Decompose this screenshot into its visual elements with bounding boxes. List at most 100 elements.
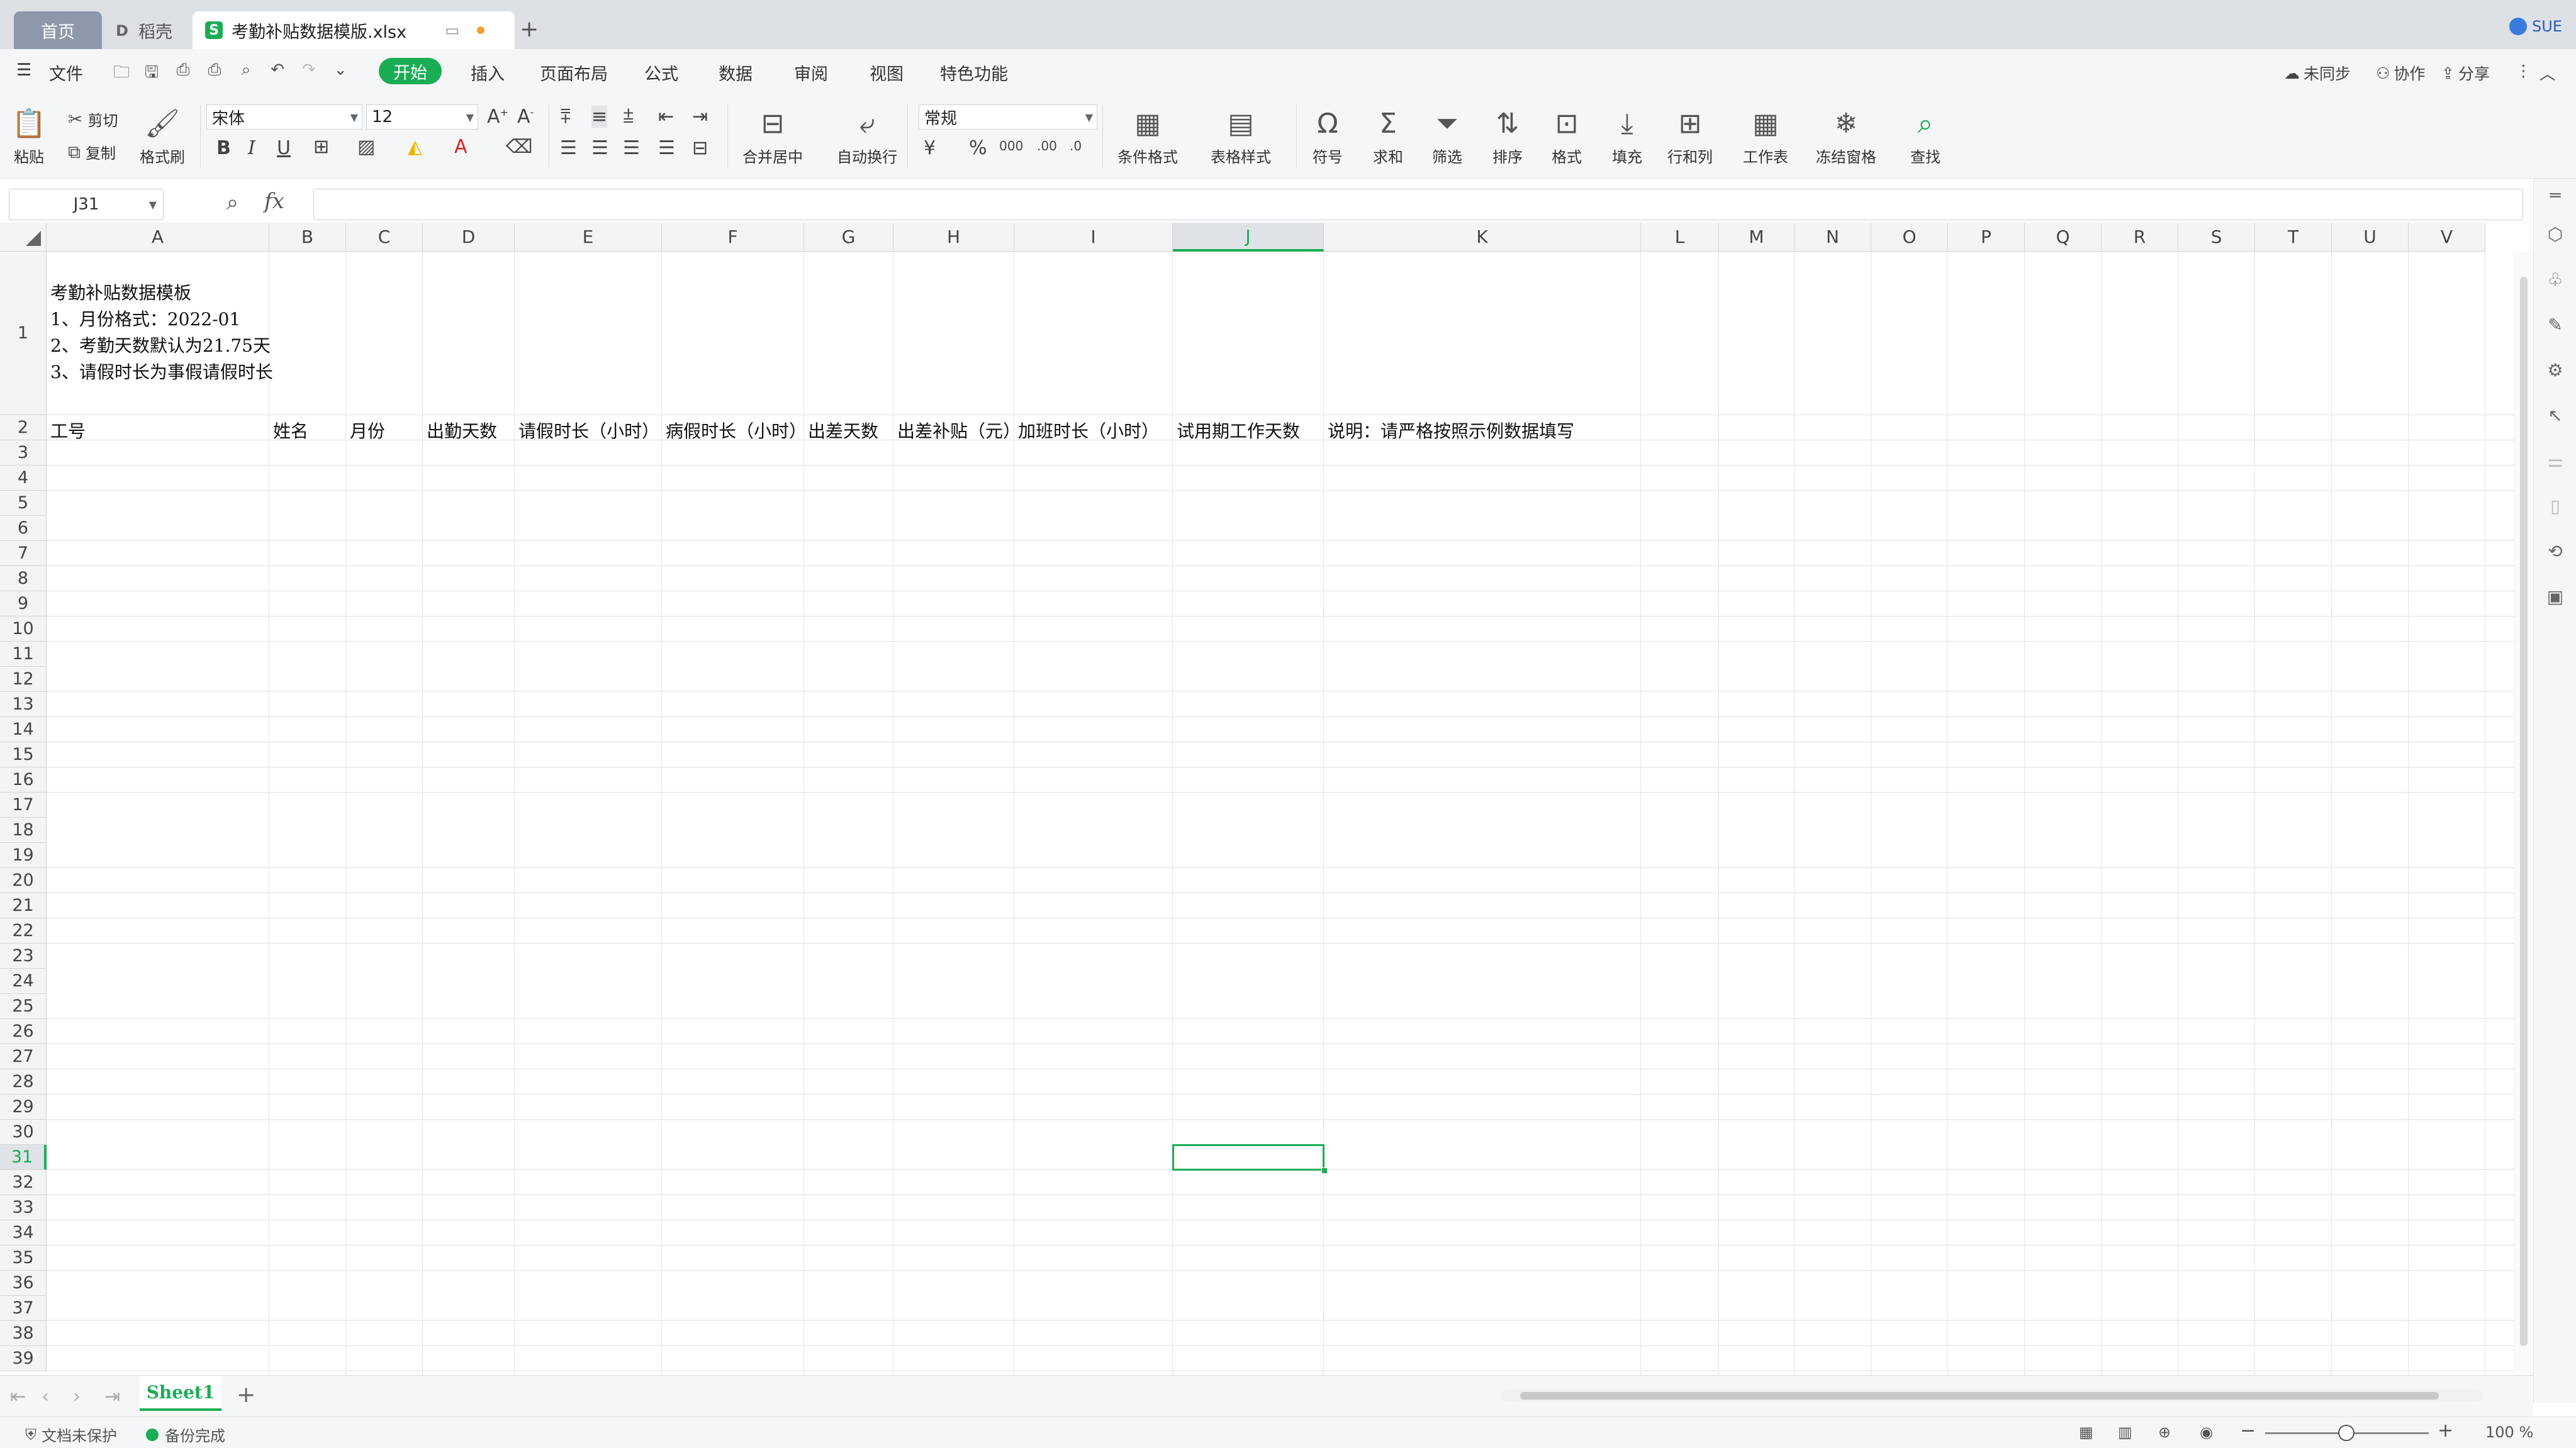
currency-icon[interactable]: ¥ xyxy=(924,137,936,159)
print-preview-icon[interactable]: ⌕ xyxy=(235,60,257,82)
horizontal-scrollbar[interactable] xyxy=(1501,1390,2483,1402)
export-icon[interactable]: ⎙ xyxy=(172,60,194,82)
shapes-icon[interactable]: ⬡ xyxy=(2545,224,2565,245)
row-header-9[interactable]: 9 xyxy=(0,591,47,616)
conditional-format-button[interactable]: ▦ 条件格式 xyxy=(1117,106,1178,167)
align-bottom-icon[interactable]: ⩲ xyxy=(623,106,634,128)
last-sheet-icon[interactable]: ⇥ xyxy=(104,1386,120,1408)
column-header-k[interactable]: K xyxy=(1324,223,1641,252)
column-header-a[interactable]: A xyxy=(47,223,269,252)
style-icon[interactable]: ♧ xyxy=(2545,269,2565,290)
bold-icon[interactable]: B xyxy=(216,137,231,159)
row-header-6[interactable]: 6 xyxy=(0,516,47,541)
row-header-15[interactable]: 15 xyxy=(0,742,47,767)
next-sheet-icon[interactable]: › xyxy=(73,1386,81,1408)
row-header-13[interactable]: 13 xyxy=(0,692,47,717)
header-cell-j[interactable]: 试用期工作天数 xyxy=(1177,418,1300,443)
sheet-tab-sheet1[interactable]: Sheet1 xyxy=(140,1376,221,1411)
row-header-35[interactable]: 35 xyxy=(0,1245,47,1271)
spreadsheet-grid[interactable]: ABCDEFGHIJKLMNOPQRSTUV 1 2 3 4 5 6 7 8 9 10 11 12 13… xyxy=(0,223,2533,1375)
zoom-out-icon[interactable]: − xyxy=(2240,1420,2256,1442)
header-cell-b[interactable]: 姓名 xyxy=(273,418,308,443)
align-center-icon[interactable]: ☰ xyxy=(591,137,608,159)
column-header-f[interactable]: F xyxy=(662,223,804,252)
row-header-32[interactable]: 32 xyxy=(0,1170,47,1195)
column-header-u[interactable]: U xyxy=(2332,223,2409,252)
row-header-12[interactable]: 12 xyxy=(0,667,47,692)
image-icon[interactable]: ▣ xyxy=(2545,586,2565,607)
tab-home[interactable]: 首页 xyxy=(14,11,102,49)
row-header-28[interactable]: 28 xyxy=(0,1069,47,1094)
column-header-i[interactable]: I xyxy=(1014,223,1173,252)
row-header-10[interactable]: 10 xyxy=(0,616,47,642)
header-cell-k[interactable]: 说明：请严格按照示例数据填写 xyxy=(1328,418,1574,443)
prev-sheet-icon[interactable]: ‹ xyxy=(42,1386,49,1408)
row-header-25[interactable]: 25 xyxy=(0,994,47,1019)
column-header-o[interactable]: O xyxy=(1871,223,1948,252)
column-header-h[interactable]: H xyxy=(893,223,1014,252)
increase-indent-icon[interactable]: ⇥ xyxy=(692,106,708,128)
row-header-16[interactable]: 16 xyxy=(0,767,47,793)
header-cell-c[interactable]: 月份 xyxy=(350,418,385,443)
align-top-icon[interactable]: ⩱ xyxy=(560,106,571,128)
user-account[interactable]: SUE xyxy=(2509,18,2562,35)
menu-data[interactable]: 数据 xyxy=(719,60,753,85)
select-all-corner[interactable] xyxy=(0,223,47,252)
row-header-1[interactable]: 1 xyxy=(0,252,47,415)
decrease-indent-icon[interactable]: ⇤ xyxy=(658,106,674,128)
more-icon[interactable]: ⋮ xyxy=(2516,62,2531,80)
fill-handle[interactable] xyxy=(1321,1167,1328,1174)
row-header-14[interactable]: 14 xyxy=(0,717,47,742)
tab-daoke[interactable]: D 稻壳 xyxy=(107,11,189,49)
row-header-22[interactable]: 22 xyxy=(0,918,47,944)
open-folder-icon[interactable]: 🗀 xyxy=(111,60,132,82)
header-cell-g[interactable]: 出差天数 xyxy=(808,418,878,443)
zoom-in-icon[interactable]: + xyxy=(2438,1420,2453,1442)
cell-area[interactable]: 考勤补贴数据模板 1、月份格式：2022-01 2、考勤天数默认为21.75天 3、请… xyxy=(47,252,2533,1375)
row-header-5[interactable]: 5 xyxy=(0,491,47,516)
format-painter-button[interactable]: 🖌 格式刷 xyxy=(140,106,185,167)
fill-color-icon[interactable]: ◭ xyxy=(408,136,422,158)
collaborate-button[interactable]: ⚇ 协作 xyxy=(2376,62,2425,84)
protect-status[interactable]: ⛨ 文档未保护 xyxy=(25,1423,117,1445)
eye-protect-icon[interactable]: ◉ xyxy=(2200,1423,2213,1441)
save-icon[interactable]: 🖫 xyxy=(141,60,162,82)
menu-review[interactable]: 审阅 xyxy=(794,60,828,85)
page-break-view-icon[interactable]: ⊕ xyxy=(2158,1423,2171,1441)
undo-icon[interactable]: ↶ xyxy=(267,60,288,82)
decrease-decimal-icon[interactable]: .0 xyxy=(1070,138,1082,153)
freeze-panes-button[interactable]: ❄ 冻结窗格 xyxy=(1816,106,1876,167)
copy-button[interactable]: ⧉ 复制 xyxy=(68,141,116,163)
column-header-v[interactable]: V xyxy=(2409,223,2485,252)
chart-icon[interactable]: ▯ xyxy=(2545,496,2565,516)
row-header-11[interactable]: 11 xyxy=(0,642,47,667)
header-cell-h[interactable]: 出差补贴（元） xyxy=(897,418,1021,443)
filter-button[interactable]: ⏷ 筛选 xyxy=(1430,106,1465,167)
vertical-scrollbar-thumb[interactable] xyxy=(2520,277,2528,1346)
menu-special[interactable]: 特色功能 xyxy=(940,60,1008,85)
menu-insert[interactable]: 插入 xyxy=(471,60,505,85)
header-cell-e[interactable]: 请假时长（小时） xyxy=(518,418,659,443)
fill-button[interactable]: ⤓ 填充 xyxy=(1610,106,1645,167)
header-cell-i[interactable]: 加班时长（小时） xyxy=(1018,418,1159,443)
row-header-20[interactable]: 20 xyxy=(0,868,47,893)
column-header-n[interactable]: N xyxy=(1795,223,1871,252)
decrease-font-icon[interactable]: A- xyxy=(517,106,534,128)
column-header-g[interactable]: G xyxy=(804,223,893,252)
header-cell-f[interactable]: 病假时长（小时） xyxy=(666,418,807,443)
align-middle-icon[interactable]: ≡ xyxy=(591,106,608,128)
menu-formula[interactable]: 公式 xyxy=(644,60,678,85)
sum-button[interactable]: Σ 求和 xyxy=(1370,106,1406,167)
name-box[interactable]: J31 ▼ xyxy=(9,189,164,220)
formula-input[interactable] xyxy=(313,189,2523,220)
worksheet-button[interactable]: ▦ 工作表 xyxy=(1743,106,1788,167)
page-view-icon[interactable]: ▥ xyxy=(2118,1423,2132,1441)
row-header-27[interactable]: 27 xyxy=(0,1044,47,1069)
row-header-7[interactable]: 7 xyxy=(0,541,47,566)
sort-button[interactable]: ⇅ 排序 xyxy=(1490,106,1525,167)
header-cell-d[interactable]: 出勤天数 xyxy=(427,418,497,443)
column-header-d[interactable]: D xyxy=(423,223,515,252)
row-header-2[interactable]: 2 xyxy=(0,415,47,440)
collapse-ribbon-icon[interactable]: ︿ xyxy=(2540,62,2555,84)
row-header-4[interactable]: 4 xyxy=(0,465,47,491)
